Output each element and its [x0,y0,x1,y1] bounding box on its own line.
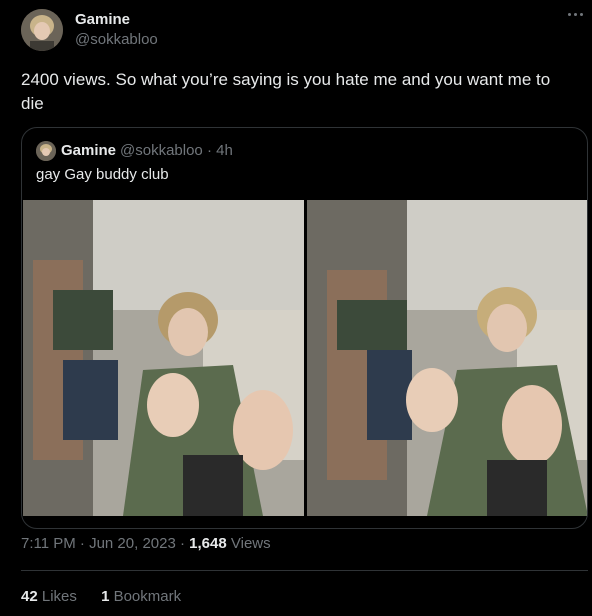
likes-stat[interactable]: 42 Likes [21,588,77,605]
tweet-stats: 42 Likes 1 Bookmark [21,588,201,605]
meta-separator: · [175,535,190,552]
tweet-text: 2400 views. So what you’re saying is you… [21,70,551,113]
quoted-tweet[interactable]: Gamine @sokkabloo · 4h gay Gay buddy clu… [21,127,588,529]
author-handle[interactable]: @sokkabloo [75,31,158,48]
quoted-photo-2[interactable] [307,200,587,516]
divider [21,570,588,571]
tweet-time[interactable]: 7:11 PM · Jun 20, 2023 [21,535,176,552]
views-label: Views [230,535,271,552]
likes-count: 42 [21,588,38,605]
avatar[interactable] [21,9,63,51]
quoted-tweet-text: gay Gay buddy club [36,166,169,183]
likes-label: Likes [41,588,77,605]
views-count: 1,648 [189,535,227,552]
quoted-avatar [36,141,56,161]
tweet-meta: 7:11 PM · Jun 20, 2023 · 1,648 Views [21,535,271,552]
bookmarks-count: 1 [101,588,110,605]
bookmarks-stat[interactable]: 1 Bookmark [101,588,181,605]
author-name[interactable]: Gamine [75,11,130,28]
tweet: Gamine @sokkabloo 2400 views. So what yo… [0,0,592,616]
quoted-handle-time: @sokkabloo · 4h [120,142,233,159]
quoted-photo-1[interactable] [23,200,304,516]
quoted-author-name: Gamine [61,142,117,159]
more-horizontal-icon[interactable] [566,5,586,21]
bookmarks-label: Bookmark [113,588,182,605]
